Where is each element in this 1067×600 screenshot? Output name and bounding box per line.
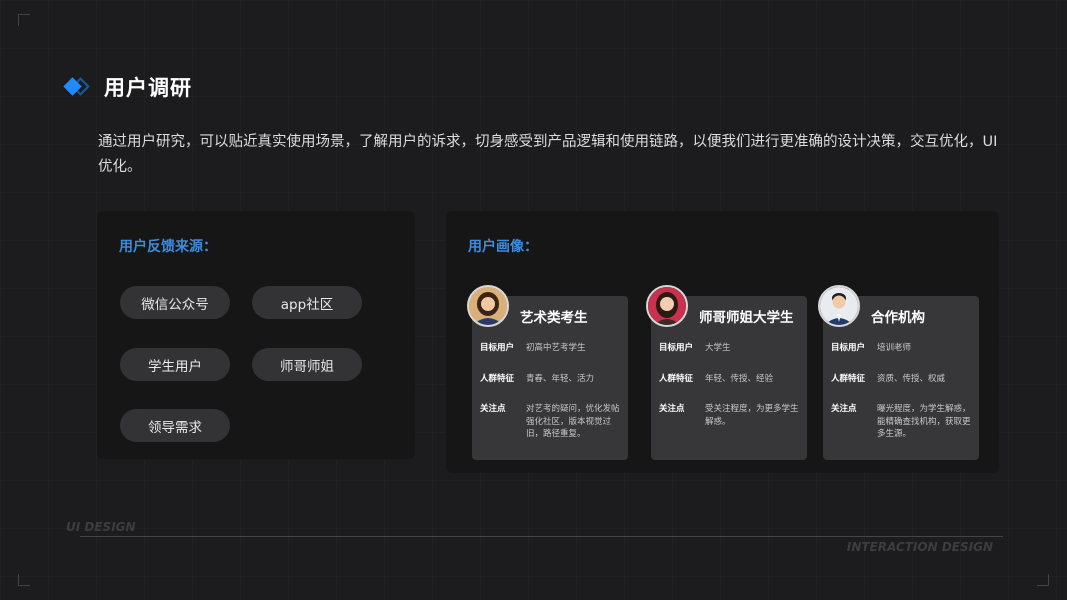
persona-row: 目标用户 培训老师 xyxy=(831,342,973,355)
page-title: 用户调研 xyxy=(104,76,192,100)
footer-divider xyxy=(80,536,1003,537)
persona-row: 人群特征 年轻、传授、经验 xyxy=(659,373,801,386)
persona-row: 关注点 受关注程度，为更多学生解惑。 xyxy=(659,403,801,428)
persona-row: 目标用户 初高中艺考学生 xyxy=(480,342,622,355)
college-student-avatar xyxy=(646,285,688,327)
corner-mark xyxy=(1037,574,1049,586)
feedback-heading: 用户反馈来源： xyxy=(119,239,217,255)
row-label: 人群特征 xyxy=(831,374,866,384)
source-chip: 领导需求 xyxy=(120,409,230,442)
persona-heading: 用户画像： xyxy=(468,239,538,255)
row-label: 人群特征 xyxy=(659,374,694,384)
row-label: 关注点 xyxy=(831,404,857,414)
row-value: 对艺考的疑问，优化发帖强化社区，版本视觉过旧，路径重复。 xyxy=(526,404,620,439)
footer-interaction-design: INTERACTION DESIGN xyxy=(846,540,993,554)
row-value: 资质、传授、权威 xyxy=(877,374,946,384)
persona-row: 目标用户 大学生 xyxy=(659,342,801,355)
corner-mark xyxy=(18,14,30,26)
persona-row: 人群特征 资质、传授、权威 xyxy=(831,373,973,386)
source-chip: 师哥师姐 xyxy=(252,348,362,381)
intro-text: 通过用户研究，可以贴近真实使用场景，了解用户的诉求，切身感受到产品逻辑和使用链路… xyxy=(98,134,998,175)
student-girl-avatar xyxy=(467,285,509,327)
row-label: 目标用户 xyxy=(480,343,515,353)
persona-row: 人群特征 青春、年轻、活力 xyxy=(480,373,622,386)
footer-ui-design: UI DESIGN xyxy=(66,520,136,534)
row-value: 初高中艺考学生 xyxy=(526,343,586,353)
row-value: 青春、年轻、活力 xyxy=(526,374,595,384)
row-value: 年轻、传授、经验 xyxy=(705,374,774,384)
row-value: 曝光程度，为学生解惑，能精确查找机构，获取更多生源。 xyxy=(877,404,971,439)
source-chip: app社区 xyxy=(252,286,362,319)
row-value: 培训老师 xyxy=(877,343,912,353)
row-label: 目标用户 xyxy=(831,343,866,353)
row-label: 人群特征 xyxy=(480,374,515,384)
business-man-avatar xyxy=(818,285,860,327)
persona-name: 合作机构 xyxy=(871,310,925,326)
source-chip: 微信公众号 xyxy=(120,286,230,319)
row-label: 目标用户 xyxy=(659,343,694,353)
source-chip: 学生用户 xyxy=(120,348,230,381)
row-label: 关注点 xyxy=(659,404,685,414)
persona-panel: 用户画像： 艺术类考生 目标用户 初高中艺考学生 人群特征 青春、年轻、活力 关… xyxy=(446,211,999,473)
persona-name: 艺术类考生 xyxy=(520,310,588,326)
persona-row: 关注点 曝光程度，为学生解惑，能精确查找机构，获取更多生源。 xyxy=(831,403,973,441)
row-label: 关注点 xyxy=(480,404,506,414)
persona-name: 师哥师姐大学生 xyxy=(699,310,794,326)
diamond-icon xyxy=(63,76,92,98)
row-value: 受关注程度，为更多学生解惑。 xyxy=(705,404,799,427)
page-header: 用户调研 xyxy=(63,72,192,102)
corner-mark xyxy=(18,574,30,586)
persona-row: 关注点 对艺考的疑问，优化发帖强化社区，版本视觉过旧，路径重复。 xyxy=(480,403,622,441)
row-value: 大学生 xyxy=(705,343,731,353)
feedback-panel: 用户反馈来源： 微信公众号 app社区 学生用户 师哥师姐 领导需求 xyxy=(97,211,415,459)
